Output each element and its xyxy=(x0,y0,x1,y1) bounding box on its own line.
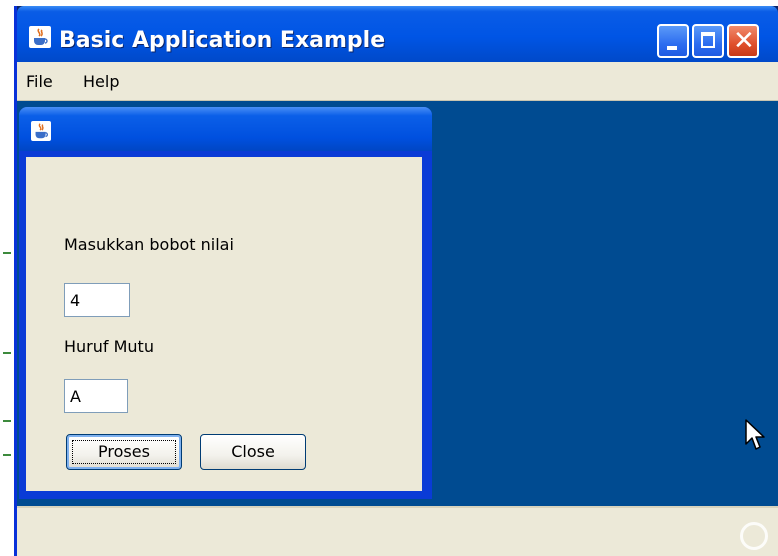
internal-frame-titlebar[interactable] xyxy=(19,107,432,151)
minimize-icon xyxy=(667,46,677,50)
busy-indicator-icon xyxy=(740,522,768,550)
huruf-mutu-field[interactable]: A xyxy=(64,379,128,413)
background-mark xyxy=(3,420,11,422)
maximize-icon xyxy=(701,32,715,48)
status-bar xyxy=(17,506,778,556)
close-icon: ✕ xyxy=(733,26,755,56)
java-icon[interactable] xyxy=(31,121,51,141)
java-icon[interactable] xyxy=(29,26,51,48)
app-titlebar[interactable]: Basic Application Example ✕ xyxy=(17,6,778,62)
background-mark xyxy=(3,252,11,254)
bobot-input[interactable]: 4 xyxy=(64,283,130,317)
internal-frame-body: Masukkan bobot nilai 4 Huruf Mutu A Pros… xyxy=(26,157,422,491)
minimize-button[interactable] xyxy=(657,24,689,58)
proses-button[interactable]: Proses xyxy=(66,434,182,470)
menu-file[interactable]: File xyxy=(26,72,53,91)
bobot-label: Masukkan bobot nilai xyxy=(64,235,234,254)
close-window-button[interactable]: ✕ xyxy=(727,24,759,58)
menu-bar: File Help xyxy=(17,62,778,101)
internal-frame: Masukkan bobot nilai 4 Huruf Mutu A Pros… xyxy=(19,107,432,499)
window-title: Basic Application Example xyxy=(59,28,386,53)
close-button-label: Close xyxy=(231,442,275,461)
menu-help[interactable]: Help xyxy=(83,72,119,91)
maximize-button[interactable] xyxy=(692,24,724,58)
close-button[interactable]: Close xyxy=(200,434,306,470)
mouse-cursor-icon xyxy=(745,419,765,450)
huruf-mutu-label: Huruf Mutu xyxy=(64,337,154,356)
background-mark xyxy=(3,352,11,354)
background-mark xyxy=(3,454,11,456)
focus-ring xyxy=(72,440,176,464)
